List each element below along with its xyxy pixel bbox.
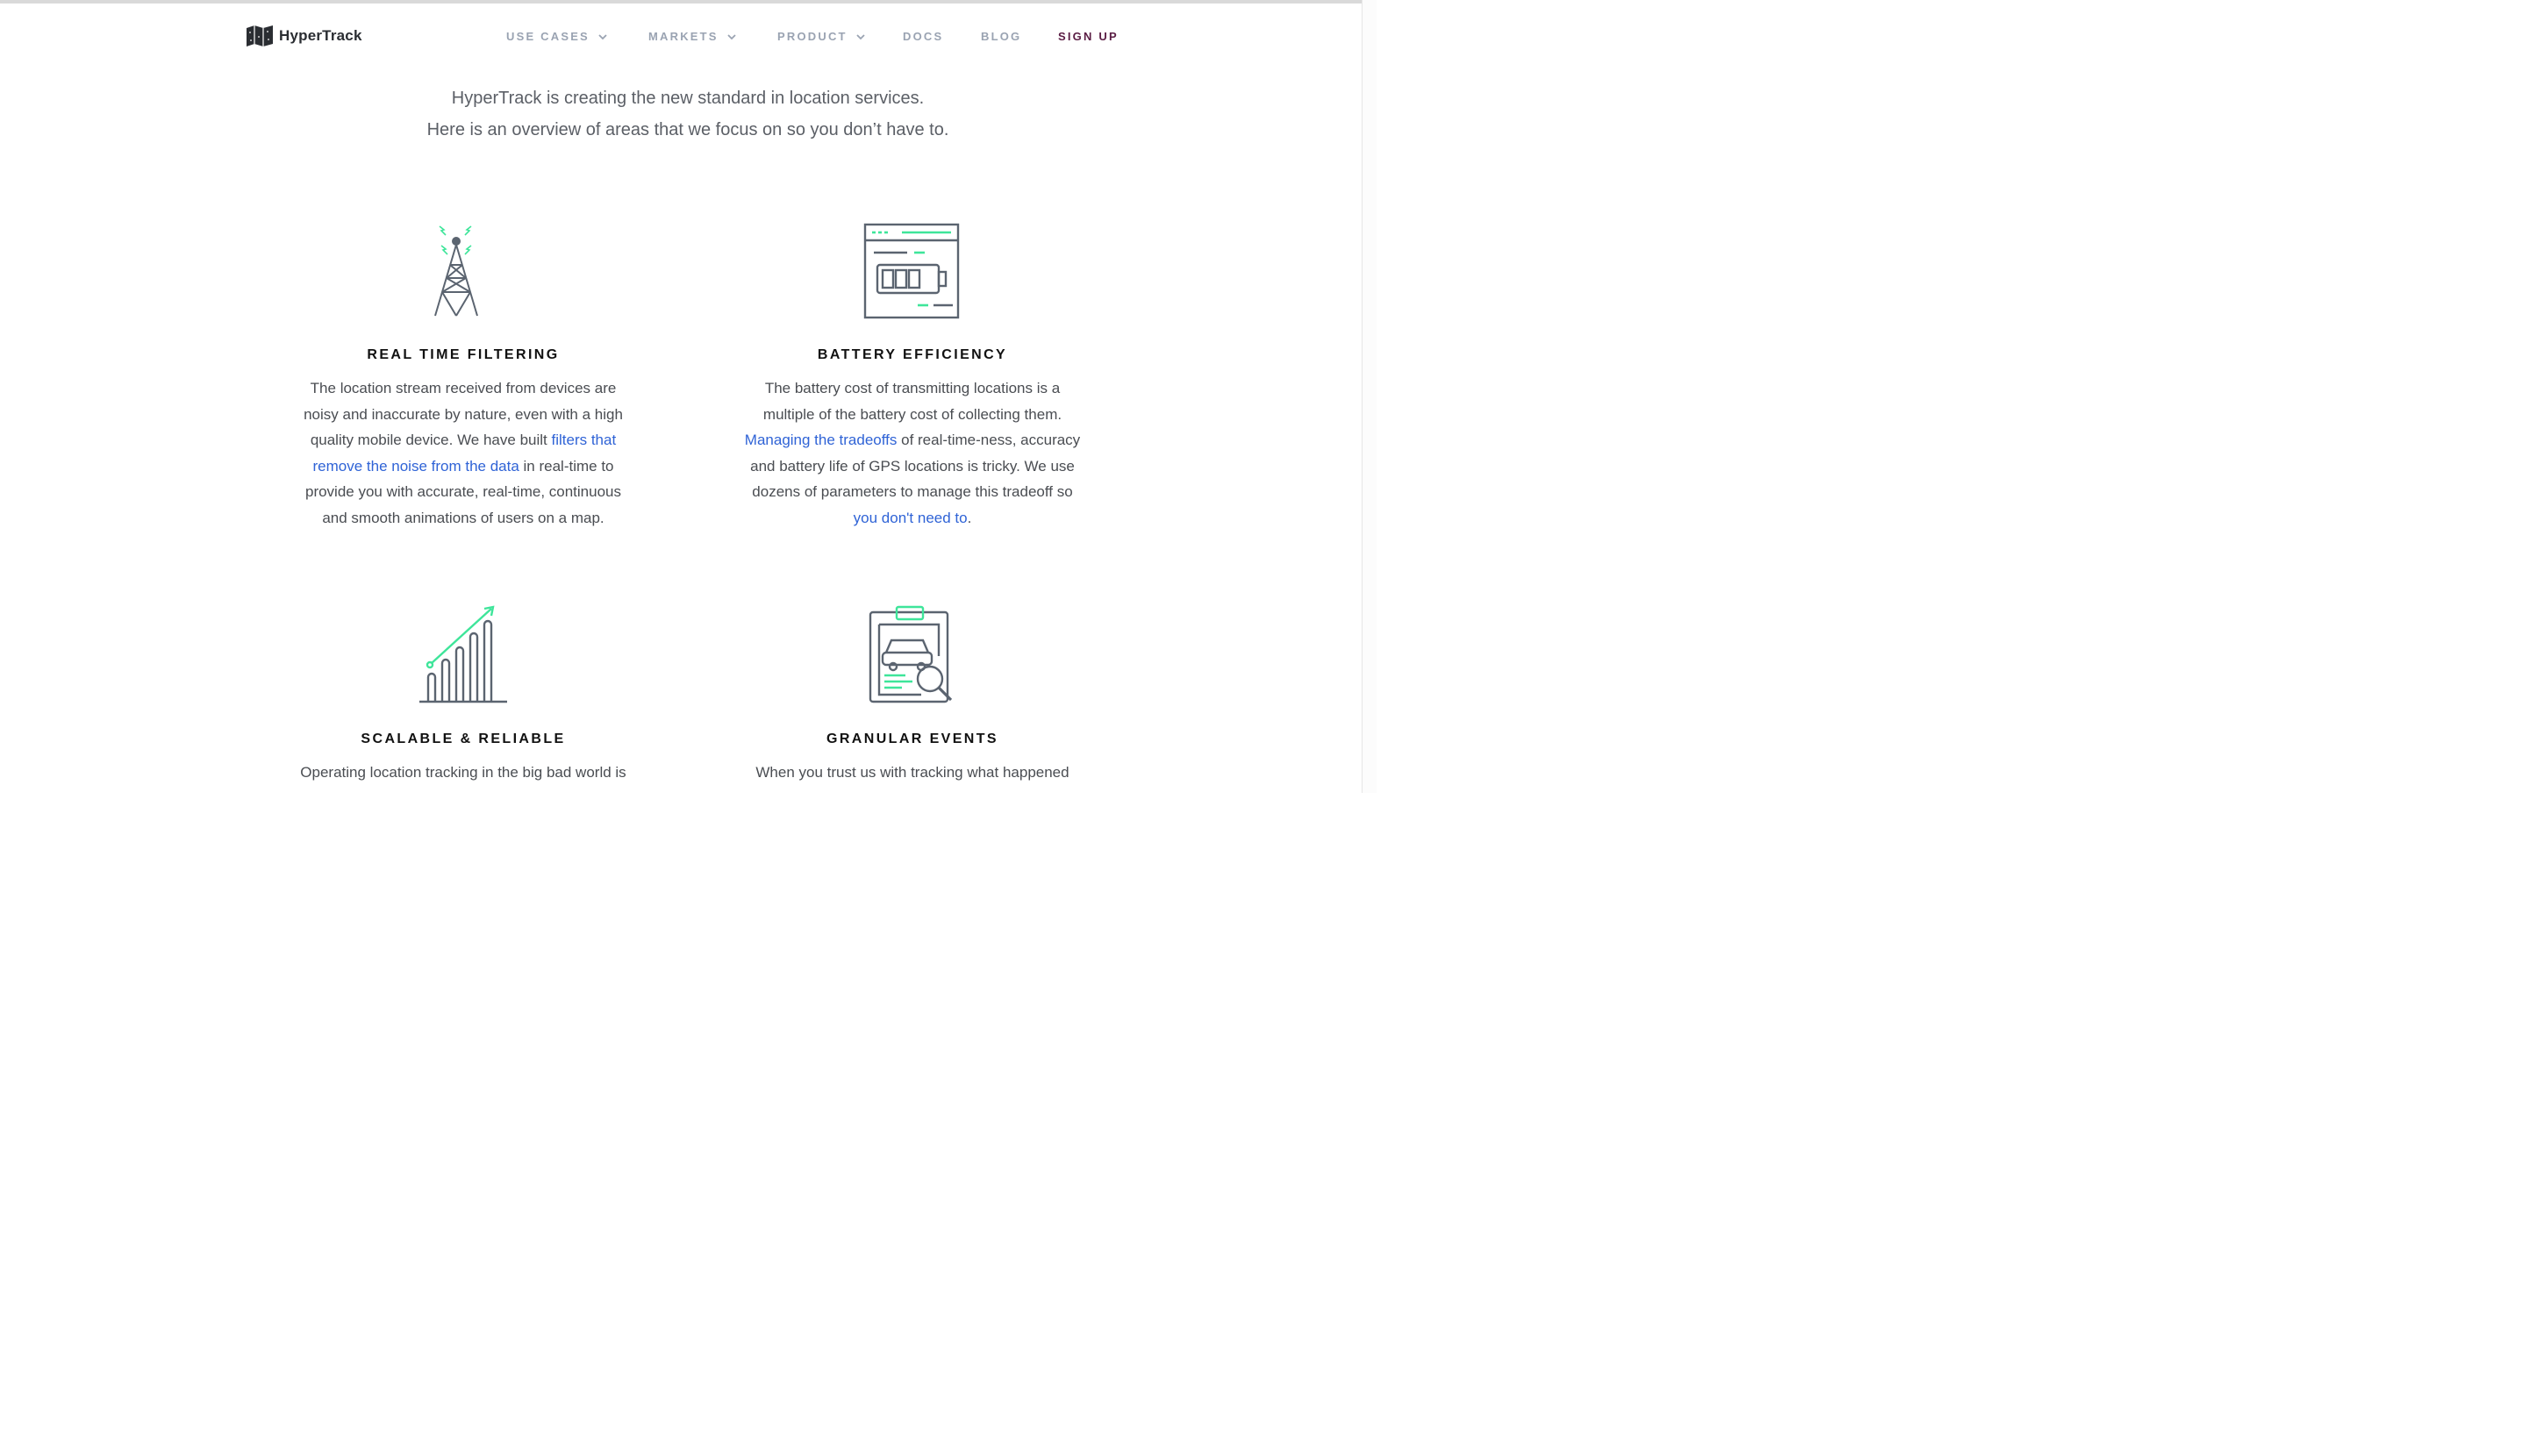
nav-label: SIGN UP [1058, 30, 1119, 43]
main-nav: USE CASES MARKETS PRODUCT DOCS BLOG SIGN… [0, 30, 1376, 47]
desc-line: multiple of the battery cost of collecti… [719, 402, 1105, 428]
desc-line: Managing the tradeoffs of real-time-ness… [719, 427, 1105, 453]
filters-link[interactable]: remove the noise from the data [313, 458, 519, 475]
desc-line: and battery life of GPS locations is tri… [719, 453, 1105, 480]
feature-description: The battery cost of transmitting locatio… [719, 375, 1105, 531]
feature-title: SCALABLE & RELIABLE [361, 732, 566, 746]
desc-line: remove the noise from the data in real-t… [270, 453, 656, 480]
desc-line: quality mobile device. We have built fil… [270, 427, 656, 453]
desc-text: The location stream received from device… [310, 380, 617, 396]
desc-line: The battery cost of transmitting locatio… [719, 375, 1105, 402]
growth-chart-icon [419, 605, 507, 703]
desc-text: provide you with accurate, real-time, co… [304, 483, 621, 500]
feature-description: The location stream received from device… [270, 375, 656, 531]
desc-line: Operating location tracking in the big b… [270, 760, 656, 786]
desc-text: in real-time to [519, 457, 614, 475]
intro-line-1: HyperTrack is creating the new standard … [451, 89, 925, 108]
nav-label: BLOG [981, 30, 1022, 43]
feature-description: Operating location tracking in the big b… [270, 760, 656, 786]
feature-title: REAL TIME FILTERING [367, 347, 560, 362]
nav-blog[interactable]: BLOG [981, 30, 1021, 43]
scrollbar[interactable] [1362, 0, 1377, 793]
feature-scalable-reliable: SCALABLE & RELIABLE Operating location t… [270, 603, 656, 793]
desc-text: quality mobile device. We have built [310, 432, 552, 448]
desc-line: The location stream received from device… [270, 375, 656, 402]
dont-need-to-link[interactable]: you don't need to [854, 510, 968, 526]
intro-line-2: Here is an overview of areas that we foc… [426, 120, 949, 139]
feature-title: BATTERY EFFICIENCY [817, 347, 1008, 362]
nav-label: DOCS [903, 30, 944, 43]
nav-docs[interactable]: DOCS [903, 30, 943, 43]
nav-product[interactable]: PRODUCT [777, 30, 865, 43]
feature-description: When you trust us with tracking what hap… [719, 760, 1105, 786]
desc-text: noisy and inaccurate by nature, even wit… [304, 405, 623, 423]
desc-text: multiple of the battery cost of collecti… [762, 405, 1062, 423]
nav-use-cases[interactable]: USE CASES [506, 30, 607, 43]
nav-sign-up[interactable]: SIGN UP [1058, 30, 1119, 43]
clipboard-car-search-icon [869, 605, 953, 703]
feature-title: GRANULAR EVENTS [826, 732, 998, 746]
nav-label: USE CASES [506, 30, 590, 43]
desc-text: The battery cost of transmitting locatio… [764, 380, 1061, 396]
nav-label: PRODUCT [777, 30, 848, 43]
browser-top-border [0, 0, 1376, 4]
battery-window-icon [863, 223, 960, 319]
tradeoffs-link[interactable]: Managing the tradeoffs [745, 432, 898, 448]
desc-text: . [967, 509, 972, 526]
feature-battery-efficiency: BATTERY EFFICIENCY The battery cost of t… [719, 219, 1105, 535]
chevron-down-icon [856, 33, 865, 39]
desc-line: noisy and inaccurate by nature, even wit… [270, 402, 656, 428]
nav-label: MARKETS [648, 30, 719, 43]
nav-markets[interactable]: MARKETS [648, 30, 736, 43]
filters-link[interactable]: filters that [551, 432, 616, 448]
chevron-down-icon [598, 33, 607, 39]
desc-line: provide you with accurate, real-time, co… [270, 479, 656, 505]
desc-line: dozens of parameters to manage this trad… [719, 479, 1105, 505]
desc-text: of real-time-ness, accuracy [897, 432, 1081, 448]
desc-line: and smooth animations of users on a map. [270, 505, 656, 532]
desc-text: When you trust us with tracking what hap… [755, 764, 1069, 781]
desc-text: dozens of parameters to manage this trad… [752, 483, 1073, 500]
feature-real-time-filtering: REAL TIME FILTERING The location stream … [270, 219, 656, 535]
desc-text: Operating location tracking in the big b… [300, 764, 626, 781]
radio-tower-icon [434, 225, 478, 317]
desc-line: you don't need to. [719, 505, 1105, 532]
desc-text: and smooth animations of users on a map. [322, 509, 604, 526]
feature-granular-events: GRANULAR EVENTS When you trust us with t… [719, 603, 1105, 793]
chevron-down-icon [727, 33, 736, 39]
desc-text: and battery life of GPS locations is tri… [750, 457, 1075, 475]
desc-line: When you trust us with tracking what hap… [719, 760, 1105, 786]
